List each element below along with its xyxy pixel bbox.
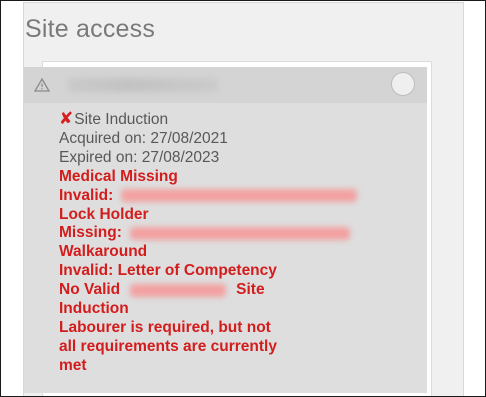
circle-toggle-icon[interactable] — [391, 72, 415, 96]
panel-title: Site access — [25, 15, 156, 43]
expired-date: Expired on: 27/08/2023 — [59, 148, 220, 166]
walkaround-text: Walkaround — [59, 243, 148, 261]
acquired-date: Acquired on: 27/08/2021 — [59, 129, 228, 147]
site-induction-label: Site Induction — [74, 111, 169, 128]
warning-triangle-icon — [34, 77, 50, 92]
status-lines: ✘Site Induction Acquired on: 27/08/2021 … — [59, 109, 419, 376]
redacted-person-name — [68, 78, 218, 92]
redacted-missing-item — [129, 226, 350, 240]
medical-missing-text: Medical Missing — [59, 167, 178, 185]
induction-text: Induction — [59, 300, 129, 318]
missing-line: Missing: — [59, 224, 419, 243]
invalid-line: Invalid: — [59, 187, 419, 206]
redacted-site-name — [130, 283, 227, 297]
red-x-icon: ✘ — [59, 109, 74, 128]
redacted-invalid-item — [121, 189, 358, 203]
lock-holder-text: Lock Holder — [59, 205, 149, 223]
missing-label: Missing: — [59, 224, 122, 242]
labourer-line-1: Labourer is required, but not — [59, 318, 271, 336]
invalid-letter-text: Invalid: Letter of Competency — [59, 262, 277, 280]
screenshot-frame: Site access ✘Site Induction Acquired on:… — [0, 0, 486, 397]
labourer-line-2: all requirements are currently — [59, 337, 277, 355]
card-header[interactable] — [24, 67, 427, 103]
labourer-line-3: met — [59, 356, 87, 374]
invalid-label: Invalid: — [59, 186, 114, 204]
site-induction-line: ✘Site Induction — [59, 109, 419, 130]
no-valid-line: No Valid Site — [59, 281, 419, 300]
no-valid-label: No Valid — [59, 281, 121, 299]
site-word: Site — [236, 281, 265, 299]
